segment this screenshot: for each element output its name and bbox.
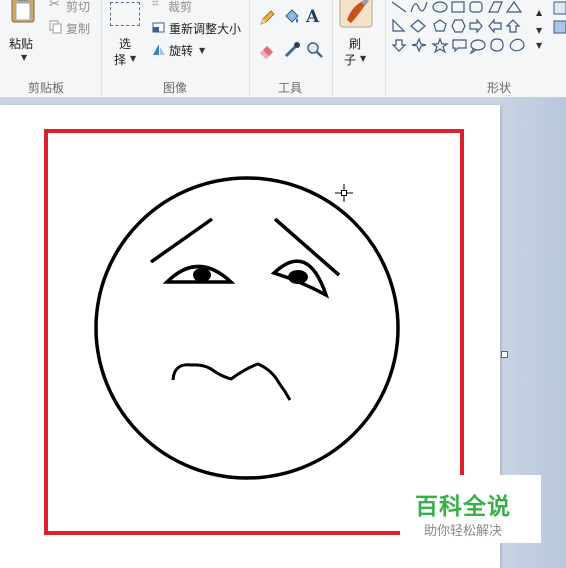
select-label-2: 择 xyxy=(114,53,127,67)
brushes-label: 刷 xyxy=(349,37,362,51)
resize-button[interactable]: 重新调整大小 xyxy=(150,19,246,36)
brush-icon xyxy=(339,0,373,28)
group-divider xyxy=(249,0,250,96)
chevron-down-icon: ▼ xyxy=(199,46,206,55)
brushes-button[interactable]: 刷 子 ▼ xyxy=(336,0,376,70)
rotate-label: 旋转 xyxy=(169,44,194,58)
fill-bucket-icon[interactable] xyxy=(283,8,301,26)
group-divider xyxy=(385,0,386,96)
clipboard-group-label: 剪贴板 xyxy=(28,81,65,95)
watermark-title: 百科全说 xyxy=(415,494,511,520)
crop-icon: ⌗ xyxy=(152,0,159,10)
outline-button[interactable] xyxy=(552,0,566,40)
brushes-label-2: 子 xyxy=(344,53,357,67)
eraser-icon[interactable] xyxy=(258,41,276,59)
canvas-resize-handle[interactable] xyxy=(501,351,508,358)
tools-group-label: 工具 xyxy=(278,81,303,95)
watermark: 百科全说 助你轻松解决 xyxy=(400,475,541,543)
scissors-icon: ✂ xyxy=(49,0,60,12)
shapes-group-label: 形状 xyxy=(487,81,512,95)
watermark-subtitle: 助你轻松解决 xyxy=(424,524,503,539)
mouth xyxy=(171,362,292,401)
paste-button[interactable]: 粘贴 ▼ xyxy=(4,0,42,68)
left-eyebrow xyxy=(149,217,214,264)
cut-label: 剪切 xyxy=(66,0,91,14)
chevron-up-icon[interactable]: ▲ xyxy=(536,8,542,17)
paste-label: 粘贴 xyxy=(9,37,34,51)
image-group-label: 图像 xyxy=(163,81,188,95)
rotate-icon xyxy=(153,44,165,55)
face-outline xyxy=(94,176,400,480)
chevron-down-icon: ▼ xyxy=(130,54,137,63)
resize-icon xyxy=(152,22,165,33)
text-tool-icon[interactable]: A xyxy=(306,7,319,27)
gallery-expand-icon[interactable]: ▼ xyxy=(536,41,542,50)
outline-icon xyxy=(553,1,566,34)
shapes-gallery[interactable]: ▲ ▼ ▼ xyxy=(389,0,542,60)
chevron-down-icon: ▼ xyxy=(360,54,367,63)
ribbon: 粘贴 ▼ ✂ 剪切 复制 剪贴板 选 择 ▼ ⌗ 裁剪 重新调整大小 旋转 ▼ … xyxy=(0,0,566,98)
crop-label: 裁剪 xyxy=(168,0,193,14)
copy-label: 复制 xyxy=(66,22,91,36)
cut-button[interactable]: ✂ 剪切 xyxy=(47,0,95,14)
selection-icon xyxy=(110,2,140,26)
chevron-down-icon[interactable]: ▼ xyxy=(536,26,542,35)
color-picker-icon[interactable] xyxy=(283,41,301,59)
left-pupil xyxy=(193,268,211,282)
copy-icon xyxy=(49,20,62,34)
resize-label: 重新调整大小 xyxy=(169,22,242,36)
right-pupil xyxy=(288,270,308,284)
select-button[interactable]: 选 择 ▼ xyxy=(106,0,146,70)
clipboard-icon xyxy=(11,0,35,23)
rotate-button[interactable]: 旋转 ▼ xyxy=(150,41,210,58)
pencil-icon[interactable] xyxy=(258,9,276,27)
crop-button[interactable]: ⌗ 裁剪 xyxy=(150,0,198,14)
shapes-gallery-icons xyxy=(391,0,525,55)
copy-button[interactable]: 复制 xyxy=(47,19,95,36)
select-label: 选 xyxy=(119,37,132,51)
chevron-down-icon: ▼ xyxy=(21,53,28,62)
group-divider xyxy=(332,0,333,96)
group-divider xyxy=(101,0,102,96)
crosshair-cursor xyxy=(335,184,353,202)
magnifier-icon[interactable] xyxy=(306,41,324,59)
